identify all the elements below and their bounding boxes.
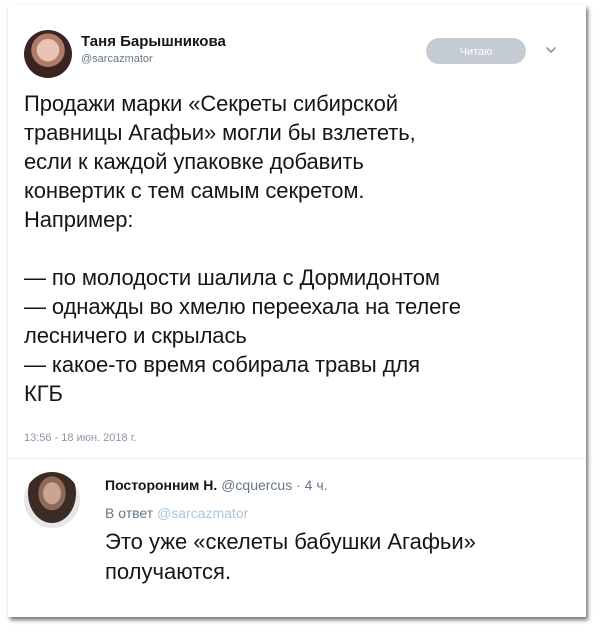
reply-author-line: Посторонним Н. @cquercus · 4 ч. <box>105 477 328 493</box>
tweet-timestamp[interactable]: 13:56 - 18 июн. 2018 г. <box>24 432 136 444</box>
author-handle[interactable]: @sarcazmator <box>81 53 153 65</box>
reply-to-line: В ответ @sarcazmator <box>105 505 248 521</box>
reply-time: · 4 ч. <box>296 477 328 493</box>
reply-to-prefix: В ответ <box>105 505 154 521</box>
author-name[interactable]: Таня Барышникова <box>81 33 226 50</box>
reply-to-handle[interactable]: @sarcazmator <box>157 505 248 521</box>
tweet-text: Продажи марки «Секреты сибирской травниц… <box>24 91 461 406</box>
author-avatar[interactable] <box>24 30 72 78</box>
divider <box>8 458 586 459</box>
reply-text: Это уже «скелеты бабушки Агафьи» получаю… <box>105 529 476 584</box>
follow-button[interactable]: Читаю <box>426 38 526 64</box>
chevron-down-icon[interactable] <box>544 43 558 57</box>
reply-author-avatar[interactable] <box>24 472 80 528</box>
reply-author-name[interactable]: Посторонним Н. <box>105 477 217 493</box>
tweet-card: Таня Барышникова @sarcazmator Читаю Прод… <box>8 5 586 617</box>
reply-author-handle[interactable]: @cquercus <box>221 477 292 493</box>
